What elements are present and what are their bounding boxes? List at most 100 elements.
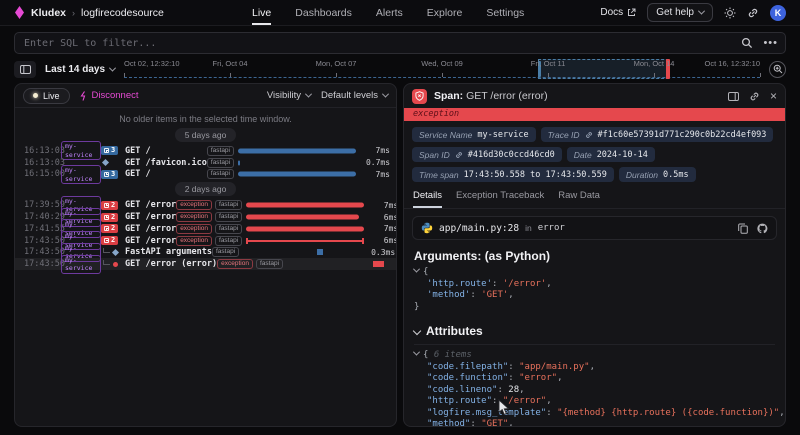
tag-exception[interactable]: exception (176, 200, 212, 210)
code-token: } (414, 302, 419, 312)
code-line: "logfire.msg_template": "{method} {http.… (414, 408, 775, 420)
nav-live[interactable]: Live (252, 0, 271, 25)
nav-dashboards[interactable]: Dashboards (295, 0, 352, 25)
copy-icon[interactable] (738, 223, 748, 234)
span-count-badge[interactable]: 3 (101, 146, 118, 155)
row-tags: fastapi (207, 158, 238, 168)
span-count-badge[interactable]: 2 (101, 236, 118, 245)
tag-fastapi[interactable]: fastapi (207, 158, 234, 168)
tab-raw-data[interactable]: Raw Data (558, 190, 600, 208)
org-name[interactable]: Kludex (31, 7, 66, 19)
github-icon[interactable] (757, 223, 768, 234)
zoom-in-button[interactable] (769, 61, 786, 78)
span-count-badge[interactable]: 3 (101, 170, 118, 179)
span-name: GET / (125, 169, 151, 179)
tag-exception[interactable]: exception (176, 236, 212, 246)
copy-link-icon[interactable] (749, 91, 760, 102)
field-time-span: Time span17:43:50.558 to 17:43:50.559 (412, 167, 614, 182)
group-time-pill[interactable]: 2 days ago (175, 182, 237, 196)
tag-fastapi[interactable]: fastapi (215, 224, 242, 234)
span-name: GET / (125, 146, 151, 156)
tag-fastapi[interactable]: fastapi (207, 169, 234, 179)
collapse-chevron-icon[interactable] (413, 327, 421, 335)
field-label: Trace ID (548, 130, 580, 140)
nav-settings[interactable]: Settings (486, 0, 524, 25)
code-line: "method": "GET", (414, 419, 775, 426)
trace-row[interactable]: 16:15:00my-service3GET /fastapi7ms (15, 169, 396, 181)
duration-bar-track (246, 199, 364, 211)
dock-panel-icon[interactable] (728, 92, 739, 101)
span-title: Span: GET /error (error) (434, 90, 548, 102)
breadcrumb: Kludex › logfirecodesource (14, 6, 164, 19)
field-value: 0.5ms (663, 170, 689, 180)
code-line: "http.route": "/error", (414, 396, 775, 408)
tag-fastapi[interactable]: fastapi (215, 200, 242, 210)
docs-link[interactable]: Docs (600, 7, 636, 18)
service-tag[interactable]: my-service (61, 255, 101, 274)
row-tags: fastapi (212, 247, 243, 257)
tag-exception[interactable]: exception (217, 259, 253, 269)
field-value: #f1c60e57391d771c290c0b22cd4ef093 (598, 130, 767, 140)
share-link-icon[interactable] (747, 7, 759, 19)
row-tags: exceptionfastapi (217, 259, 287, 269)
code-location-card: app/main.py:28 in error (412, 216, 777, 240)
code-location-sep: in (525, 223, 532, 233)
tag-fastapi[interactable]: fastapi (256, 259, 283, 269)
tag-exception[interactable]: exception (176, 224, 212, 234)
project-name[interactable]: logfirecodesource (81, 7, 164, 19)
error-shield-icon (412, 89, 427, 104)
tab-details[interactable]: Details (413, 190, 442, 208)
tag-fastapi[interactable]: fastapi (212, 247, 239, 257)
more-options-icon[interactable]: ••• (763, 38, 778, 48)
disconnect-button[interactable]: Disconnect (80, 90, 139, 101)
span-count-badge[interactable]: 2 (101, 224, 118, 233)
tag-fastapi[interactable]: fastapi (215, 236, 242, 246)
code-token: 6 items (434, 350, 472, 360)
tag-fastapi[interactable]: fastapi (207, 146, 234, 156)
field-span-id[interactable]: Span ID#416d30c0ccd46cd0 (412, 147, 562, 162)
trace-row[interactable]: 17:43:50my-serviceGET /error (error)exce… (15, 258, 396, 270)
trace-row[interactable]: 16:13:03my-service3GET /fastapi7ms (15, 145, 396, 157)
close-icon[interactable]: × (770, 91, 777, 101)
code-token: "code.filepath" (427, 362, 508, 372)
disconnect-icon (80, 91, 88, 101)
service-tag[interactable]: my-service (61, 165, 101, 184)
levels-dropdown[interactable]: Default levels (321, 90, 388, 101)
row-icon-column: 3 (101, 170, 125, 179)
search-icon[interactable] (741, 37, 753, 49)
app-header: Kludex › logfirecodesource Live Dashboard… (0, 0, 800, 26)
timeline-tick-label: Fri, Oct 11 (531, 59, 565, 68)
theme-toggle-button[interactable] (724, 7, 736, 19)
span-diamond-icon (112, 249, 119, 256)
nav-alerts[interactable]: Alerts (376, 0, 403, 25)
time-range-dropdown[interactable]: Last 14 days (45, 64, 115, 75)
span-count-badge[interactable]: 2 (101, 213, 118, 222)
timeline-tick-mark (124, 73, 125, 77)
timeline[interactable]: Oct 02, 12:32:10Fri, Oct 04Mon, Oct 07We… (124, 57, 760, 81)
expand-icon (104, 172, 109, 177)
expand-icon (104, 203, 109, 208)
nav-explore[interactable]: Explore (427, 0, 463, 25)
code-token: , (557, 373, 562, 383)
sql-filter-input[interactable] (14, 32, 786, 54)
field-trace-id[interactable]: Trace ID #f1c60e57391d771c290c0b22cd4ef09… (541, 127, 774, 142)
avatar[interactable]: K (770, 5, 786, 21)
span-count-badge[interactable]: 2 (101, 201, 118, 210)
code-token: , (590, 362, 595, 372)
service-tag[interactable]: my-service (61, 141, 101, 160)
tag-exception[interactable]: exception (176, 212, 212, 222)
get-help-button[interactable]: Get help (647, 3, 713, 22)
tab-exception-traceback[interactable]: Exception Traceback (456, 190, 544, 208)
code-token: : (492, 279, 503, 289)
sidebar-toggle-button[interactable] (14, 61, 36, 78)
visibility-dropdown[interactable]: Visibility (267, 90, 311, 101)
code-token: : (492, 396, 503, 406)
group-time-pill[interactable]: 5 days ago (175, 128, 237, 142)
live-toggle-button[interactable]: Live (23, 88, 70, 104)
collapse-chevron-icon[interactable] (413, 266, 420, 273)
row-icon-column: 3 (101, 146, 125, 155)
collapse-chevron-icon[interactable] (413, 349, 420, 356)
code-token: "code.function" (427, 373, 508, 383)
logfire-logo-icon[interactable] (14, 6, 25, 19)
tag-fastapi[interactable]: fastapi (215, 212, 242, 222)
